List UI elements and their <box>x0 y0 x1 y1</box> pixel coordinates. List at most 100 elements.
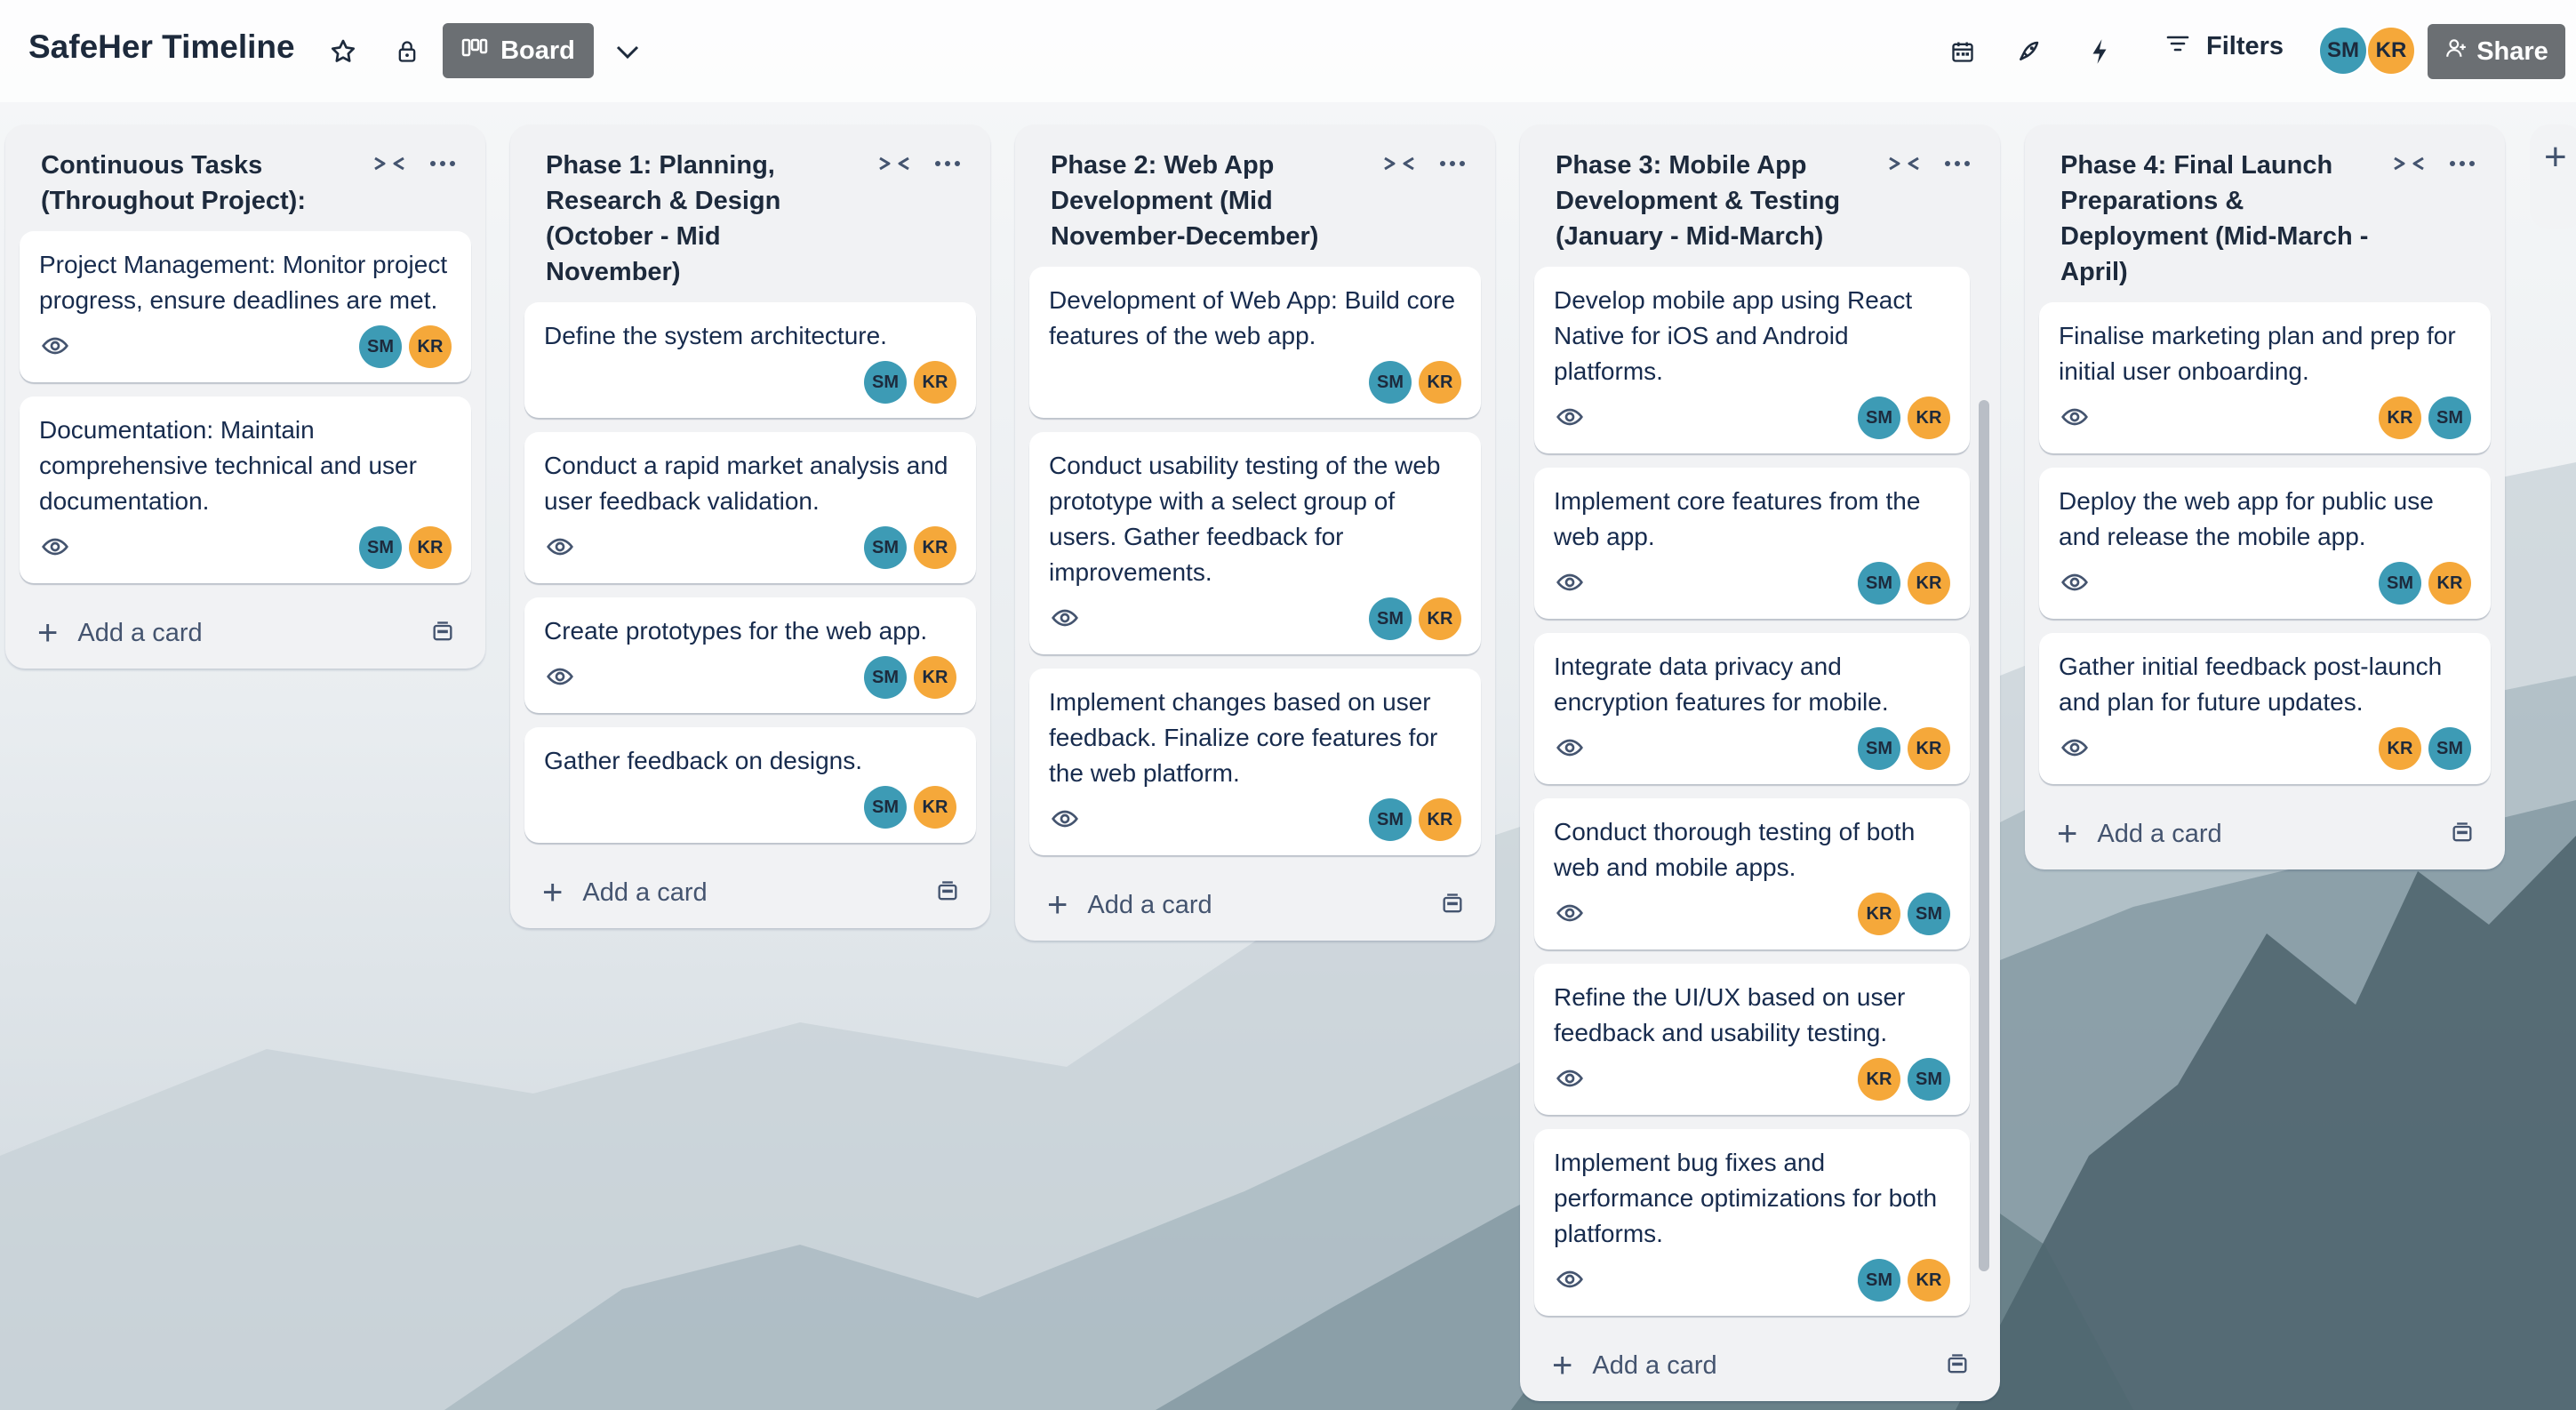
card[interactable]: Develop mobile app using React Native fo… <box>1534 267 1970 453</box>
member-avatar-sm[interactable]: SM <box>1369 798 1412 841</box>
collapse-icon[interactable] <box>1886 151 1922 180</box>
card[interactable]: Define the system architecture. SM KR <box>524 302 976 418</box>
member-avatar-sm[interactable]: SM <box>1908 893 1950 935</box>
list-title[interactable]: Phase 1: Planning, Research & Design (Oc… <box>546 148 857 290</box>
member-avatar-sm[interactable]: SM <box>1908 1058 1950 1101</box>
list-title[interactable]: Phase 2: Web App Development (Mid Novemb… <box>1051 148 1362 254</box>
eye-icon <box>1051 604 1081 634</box>
lightning-icon[interactable] <box>2082 34 2117 69</box>
card-title: Conduct thorough testing of both web and… <box>1554 818 1916 881</box>
add-card-button[interactable]: + Add a card <box>2025 798 2505 869</box>
member-avatar-kr[interactable]: KR <box>914 656 956 699</box>
member-avatar-sm[interactable]: SM <box>2428 397 2471 439</box>
card-template-icon[interactable] <box>2450 821 2476 847</box>
member-avatar-sm[interactable]: SM <box>2379 562 2421 605</box>
card[interactable]: Gather feedback on designs. SM KR <box>524 727 976 843</box>
member-avatar-sm[interactable]: SM <box>1369 361 1412 404</box>
card-template-icon[interactable] <box>1945 1352 1972 1379</box>
lock-icon[interactable] <box>389 34 425 69</box>
member-avatar-kr[interactable]: KR <box>1419 597 1461 640</box>
card[interactable]: Deploy the web app for public use and re… <box>2039 468 2491 619</box>
add-card-button[interactable]: + Add a card <box>1520 1330 2000 1401</box>
card-template-icon[interactable] <box>935 879 962 906</box>
member-avatar-sm[interactable]: SM <box>864 361 907 404</box>
star-icon[interactable] <box>325 34 361 69</box>
member-avatar-sm[interactable]: SM <box>1369 597 1412 640</box>
more-icon[interactable] <box>2446 151 2478 180</box>
member-avatar-kr[interactable]: KR <box>2428 562 2471 605</box>
member-avatar-kr[interactable]: KR <box>914 361 956 404</box>
card[interactable]: Implement changes based on user feedback… <box>1029 669 1481 855</box>
collapse-icon[interactable] <box>372 151 407 180</box>
card[interactable]: Conduct thorough testing of both web and… <box>1534 798 1970 949</box>
member-avatar-kr[interactable]: KR <box>1858 893 1900 935</box>
member-avatar-kr[interactable]: KR <box>409 325 452 368</box>
member-avatar-kr[interactable]: KR <box>409 526 452 569</box>
collapse-icon[interactable] <box>1381 151 1417 180</box>
member-avatar-kr[interactable]: KR <box>2379 397 2421 439</box>
add-list-plus-icon[interactable]: + <box>2544 135 2567 180</box>
member-avatar-sm[interactable]: SM <box>359 526 402 569</box>
card[interactable]: Gather initial feedback post-launch and … <box>2039 633 2491 784</box>
card[interactable]: Implement core features from the web app… <box>1534 468 1970 619</box>
card[interactable]: Development of Web App: Build core featu… <box>1029 267 1481 418</box>
member-avatar-kr[interactable]: KR <box>1908 397 1950 439</box>
more-icon[interactable] <box>1941 151 1973 180</box>
share-button[interactable]: Share <box>2428 24 2565 79</box>
card-list: Project Management: Monitor project prog… <box>5 219 485 583</box>
member-avatar-kr[interactable]: KR <box>1858 1058 1900 1101</box>
card[interactable]: Finalise marketing plan and prep for ini… <box>2039 302 2491 453</box>
board-title[interactable]: SafeHer Timeline <box>28 28 295 66</box>
card[interactable]: Implement bug fixes and performance opti… <box>1534 1129 1970 1316</box>
member-avatar-kr[interactable]: KR <box>914 526 956 569</box>
card-template-icon[interactable] <box>1440 892 1467 918</box>
list-title[interactable]: Continuous Tasks (Throughout Project): <box>41 148 352 219</box>
member-avatar-kr[interactable]: KR <box>2366 26 2416 76</box>
card[interactable]: Conduct usability testing of the web pro… <box>1029 432 1481 654</box>
card[interactable]: Project Management: Monitor project prog… <box>20 231 471 382</box>
member-avatar-kr[interactable]: KR <box>2379 727 2421 770</box>
more-icon[interactable] <box>932 151 964 180</box>
member-avatar-sm[interactable]: SM <box>864 786 907 829</box>
member-avatar-sm[interactable]: SM <box>1858 1259 1900 1302</box>
member-avatar-sm[interactable]: SM <box>2428 727 2471 770</box>
calendar-icon[interactable] <box>1945 34 1980 69</box>
card[interactable]: Conduct a rapid market analysis and user… <box>524 432 976 583</box>
member-avatar-sm[interactable]: SM <box>1858 397 1900 439</box>
member-avatar-sm[interactable]: SM <box>864 526 907 569</box>
member-avatar-sm[interactable]: SM <box>359 325 402 368</box>
member-avatar-kr[interactable]: KR <box>1908 727 1950 770</box>
chevron-down-icon[interactable] <box>610 34 645 69</box>
member-avatar-sm[interactable]: SM <box>864 656 907 699</box>
member-avatar-sm[interactable]: SM <box>2318 26 2368 76</box>
add-card-label: Add a card <box>1592 1350 1717 1380</box>
list-scrollbar[interactable] <box>1979 400 1989 1271</box>
more-icon[interactable] <box>1436 151 1468 180</box>
collapse-icon[interactable] <box>2391 151 2427 180</box>
list-column: Phase 1: Planning, Research & Design (Oc… <box>510 124 990 928</box>
member-avatar-kr[interactable]: KR <box>1908 1259 1950 1302</box>
list-title[interactable]: Phase 4: Final Launch Preparations & Dep… <box>2060 148 2372 290</box>
member-avatar-kr[interactable]: KR <box>1419 798 1461 841</box>
eye-icon <box>1556 1064 1586 1094</box>
member-avatar-sm[interactable]: SM <box>1858 727 1900 770</box>
member-avatar-kr[interactable]: KR <box>914 786 956 829</box>
card[interactable]: Refine the UI/UX based on user feedback … <box>1534 964 1970 1115</box>
member-avatar-kr[interactable]: KR <box>1908 562 1950 605</box>
card[interactable]: Create prototypes for the web app. SM KR <box>524 597 976 713</box>
member-avatar-sm[interactable]: SM <box>1858 562 1900 605</box>
add-card-button[interactable]: + Add a card <box>510 857 990 928</box>
add-card-button[interactable]: + Add a card <box>5 597 485 669</box>
more-icon[interactable] <box>427 151 459 180</box>
add-card-button[interactable]: + Add a card <box>1015 869 1495 941</box>
card-template-icon[interactable] <box>430 620 457 646</box>
card-badges: SM KR <box>1554 1257 1950 1303</box>
card[interactable]: Integrate data privacy and encryption fe… <box>1534 633 1970 784</box>
filters-button[interactable]: Filters <box>2165 32 2284 61</box>
rocket-icon[interactable] <box>2011 34 2046 69</box>
member-avatar-kr[interactable]: KR <box>1419 361 1461 404</box>
board-view-button[interactable]: Board <box>443 23 594 78</box>
list-title[interactable]: Phase 3: Mobile App Development & Testin… <box>1556 148 1867 254</box>
collapse-icon[interactable] <box>876 151 912 180</box>
card[interactable]: Documentation: Maintain comprehensive te… <box>20 397 471 583</box>
